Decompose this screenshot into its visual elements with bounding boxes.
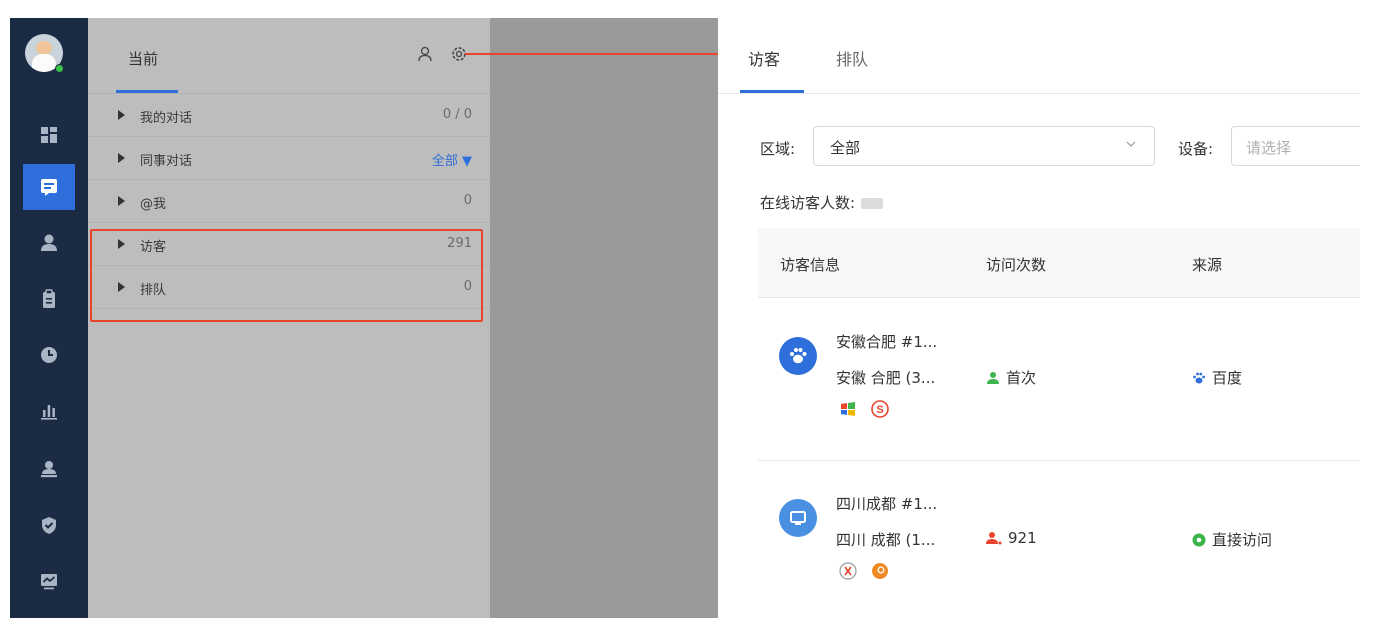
active-tab-underline [740,90,804,93]
online-status-dot [55,64,64,73]
user-icon [41,234,57,251]
tab-queue[interactable]: 排队 [836,46,868,70]
list-item-mentions[interactable]: @我 0 [88,181,490,223]
region-select[interactable]: 全部 [813,126,1155,166]
annotation-highlight-box [90,229,483,322]
list-item-label: @我 [140,197,167,212]
redacted-count [861,198,884,209]
active-tab-underline [116,90,178,93]
clipboard-icon [43,289,55,308]
source-label: 百度 [1212,369,1243,387]
svg-text:S: S [876,404,883,416]
rail-clipboard[interactable] [23,276,75,322]
desktop-avatar-icon [779,499,817,537]
tab-visitors[interactable]: 访客 [748,46,780,70]
source-label: 直接访问 [1212,531,1273,549]
column-header-visit-count: 访问次数 [986,256,1047,274]
direct-visit-icon [1192,533,1206,546]
table-row[interactable]: 四川成都 #1... 四川 成都 (1... 921 直接访问 [758,461,1360,618]
expand-triangle-icon [118,153,125,163]
filter-row: 区域: 全部 设备: 请选择 [718,124,1360,168]
visitor-location: 四川 成都 (1... [836,531,936,549]
online-visitor-count: 在线访客人数: [760,192,884,213]
device-label: 设备: [1178,140,1214,158]
firefox-browser-icon [870,561,890,581]
rail-stats[interactable] [23,388,75,434]
team-icon [41,461,57,478]
expand-triangle-icon [118,110,125,120]
user-outline-icon[interactable] [418,46,434,62]
visitor-name[interactable]: 四川成都 #1... [836,493,937,514]
column-header-source: 来源 [1192,256,1223,274]
user-green-icon [987,371,999,384]
source-cell: 直接访问 [1192,529,1272,550]
rail-dashboard[interactable] [23,112,75,158]
detail-tabs: 访客 排队 [718,18,1360,94]
list-item-label: 同事对话 [140,154,193,169]
baidu-paw-avatar-icon [779,337,817,375]
expand-triangle-icon [118,196,125,206]
sogou-browser-icon: S [870,399,890,419]
column-header-visitor-info: 访客信息 [780,256,841,274]
nav-rail [10,18,88,618]
region-select-value: 全部 [830,139,861,157]
table-row[interactable]: 安徽合肥 #1... 安徽 合肥 (3... S 首次 百度 [758,299,1360,461]
chevron-down-icon [1126,141,1136,147]
windows-icon [838,399,858,419]
dashboard-icon [41,127,57,143]
visitor-name[interactable]: 安徽合肥 #1... [836,331,937,352]
list-item-my-chats[interactable]: 我的对话 0 / 0 [88,95,490,137]
macos-x-icon [838,561,858,581]
rail-monitor[interactable] [23,558,75,604]
visitor-env-icons: S [838,399,890,419]
visit-count-cell: 首次 [986,367,1036,388]
rail-team[interactable] [23,446,75,492]
monitor-chart-icon [41,574,57,590]
annotation-arrow-line [465,53,725,55]
shield-icon [42,517,56,534]
tab-current[interactable]: 当前 [128,48,158,69]
rail-history[interactable] [23,332,75,378]
dimmed-overlay [490,18,718,618]
device-select[interactable]: 请选择 [1231,126,1360,166]
visit-count-cell: 921 [986,529,1037,547]
visitor-location: 安徽 合肥 (3... [836,369,936,387]
online-count-label: 在线访客人数: [760,194,856,212]
device-select-placeholder: 请选择 [1246,139,1292,157]
chat-icon [41,179,57,196]
list-item-count: 0 [463,193,472,208]
rail-user[interactable] [23,220,75,266]
colleague-filter-dropdown[interactable]: 全部 ▼ [432,150,472,169]
list-header: 当前 [88,18,490,94]
region-label: 区域: [760,140,796,158]
clock-icon [41,347,57,363]
app-frame: 当前 我的对话 0 / 0 同事对话 全部 ▼ @我 0 访客 291 排队 0… [10,18,1360,618]
visitor-env-icons [838,561,890,581]
baidu-paw-icon [1193,372,1205,383]
visitor-detail-panel: 访客 排队 区域: 全部 设备: 请选择 在线访客人数: 访客信息 访问次数 来… [718,18,1360,618]
visit-count: 首次 [1006,369,1037,387]
rail-security[interactable] [23,502,75,548]
user-repeat-icon [986,532,1002,545]
rail-chat[interactable] [23,164,75,210]
visit-count: 921 [1008,529,1037,547]
bar-chart-icon [41,405,57,420]
list-item-count: 0 / 0 [442,107,472,122]
source-cell: 百度 [1192,367,1242,388]
visitor-table-header: 访客信息 访问次数 来源 [758,228,1360,298]
list-item-colleague-chats[interactable]: 同事对话 全部 ▼ [88,138,490,180]
list-item-label: 我的对话 [140,111,193,126]
